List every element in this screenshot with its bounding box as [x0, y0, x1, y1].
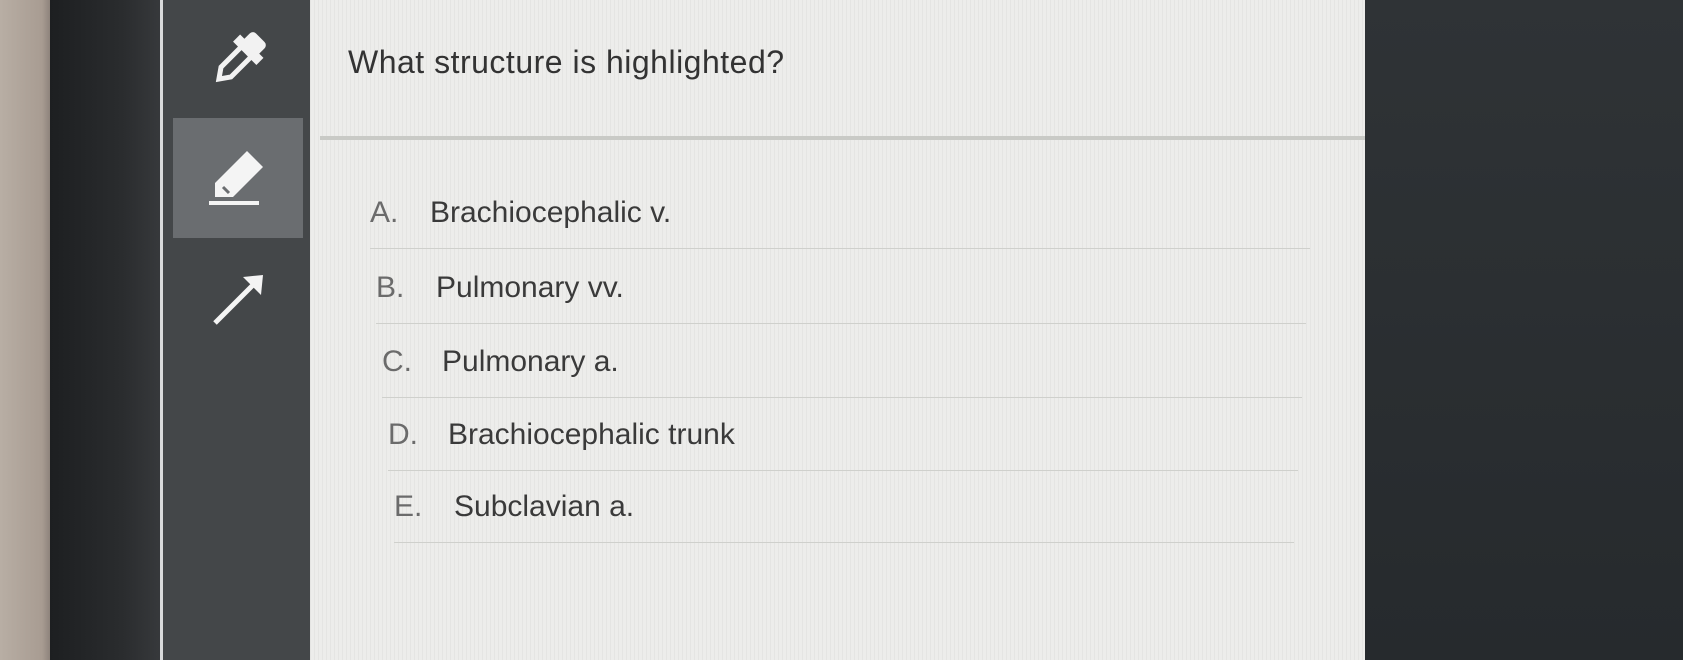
highlighter-icon [203, 143, 273, 213]
option-letter: B. [376, 271, 405, 304]
option-text: Brachiocephalic trunk [448, 418, 735, 451]
photo-scene: What structure is highlighted? A. Brachi… [0, 0, 1683, 660]
option-letter: D. [388, 418, 418, 451]
answer-option-d[interactable]: D. Brachiocephalic trunk [388, 400, 1298, 471]
option-text: Pulmonary a. [442, 345, 619, 378]
question-panel: What structure is highlighted? A. Brachi… [310, 0, 1420, 660]
answer-option-e[interactable]: E. Subclavian a. [394, 472, 1294, 543]
highlighter-tool-button[interactable] [173, 118, 303, 238]
arrow-tool-button[interactable] [173, 240, 303, 360]
dropper-icon [208, 25, 268, 95]
option-text: Subclavian a. [454, 490, 635, 523]
answer-option-b[interactable]: B. Pulmonary vv. [376, 253, 1306, 324]
option-letter: C. [382, 345, 412, 378]
option-letter: A. [370, 196, 399, 229]
question-text: What structure is highlighted? [348, 44, 785, 80]
annotation-toolbar [160, 0, 323, 660]
monitor-bezel-right [1365, 0, 1683, 660]
arrow-icon [203, 265, 273, 335]
option-text: Pulmonary vv. [436, 271, 624, 304]
monitor-bezel-left [50, 0, 170, 660]
option-text: Brachiocephalic v. [430, 196, 672, 229]
option-letter: E. [394, 490, 423, 523]
answer-option-a[interactable]: A. Brachiocephalic v. [370, 178, 1310, 249]
answer-option-c[interactable]: C. Pulmonary a. [382, 327, 1302, 398]
question-divider [320, 136, 1420, 140]
dropper-tool-button[interactable] [173, 0, 303, 120]
